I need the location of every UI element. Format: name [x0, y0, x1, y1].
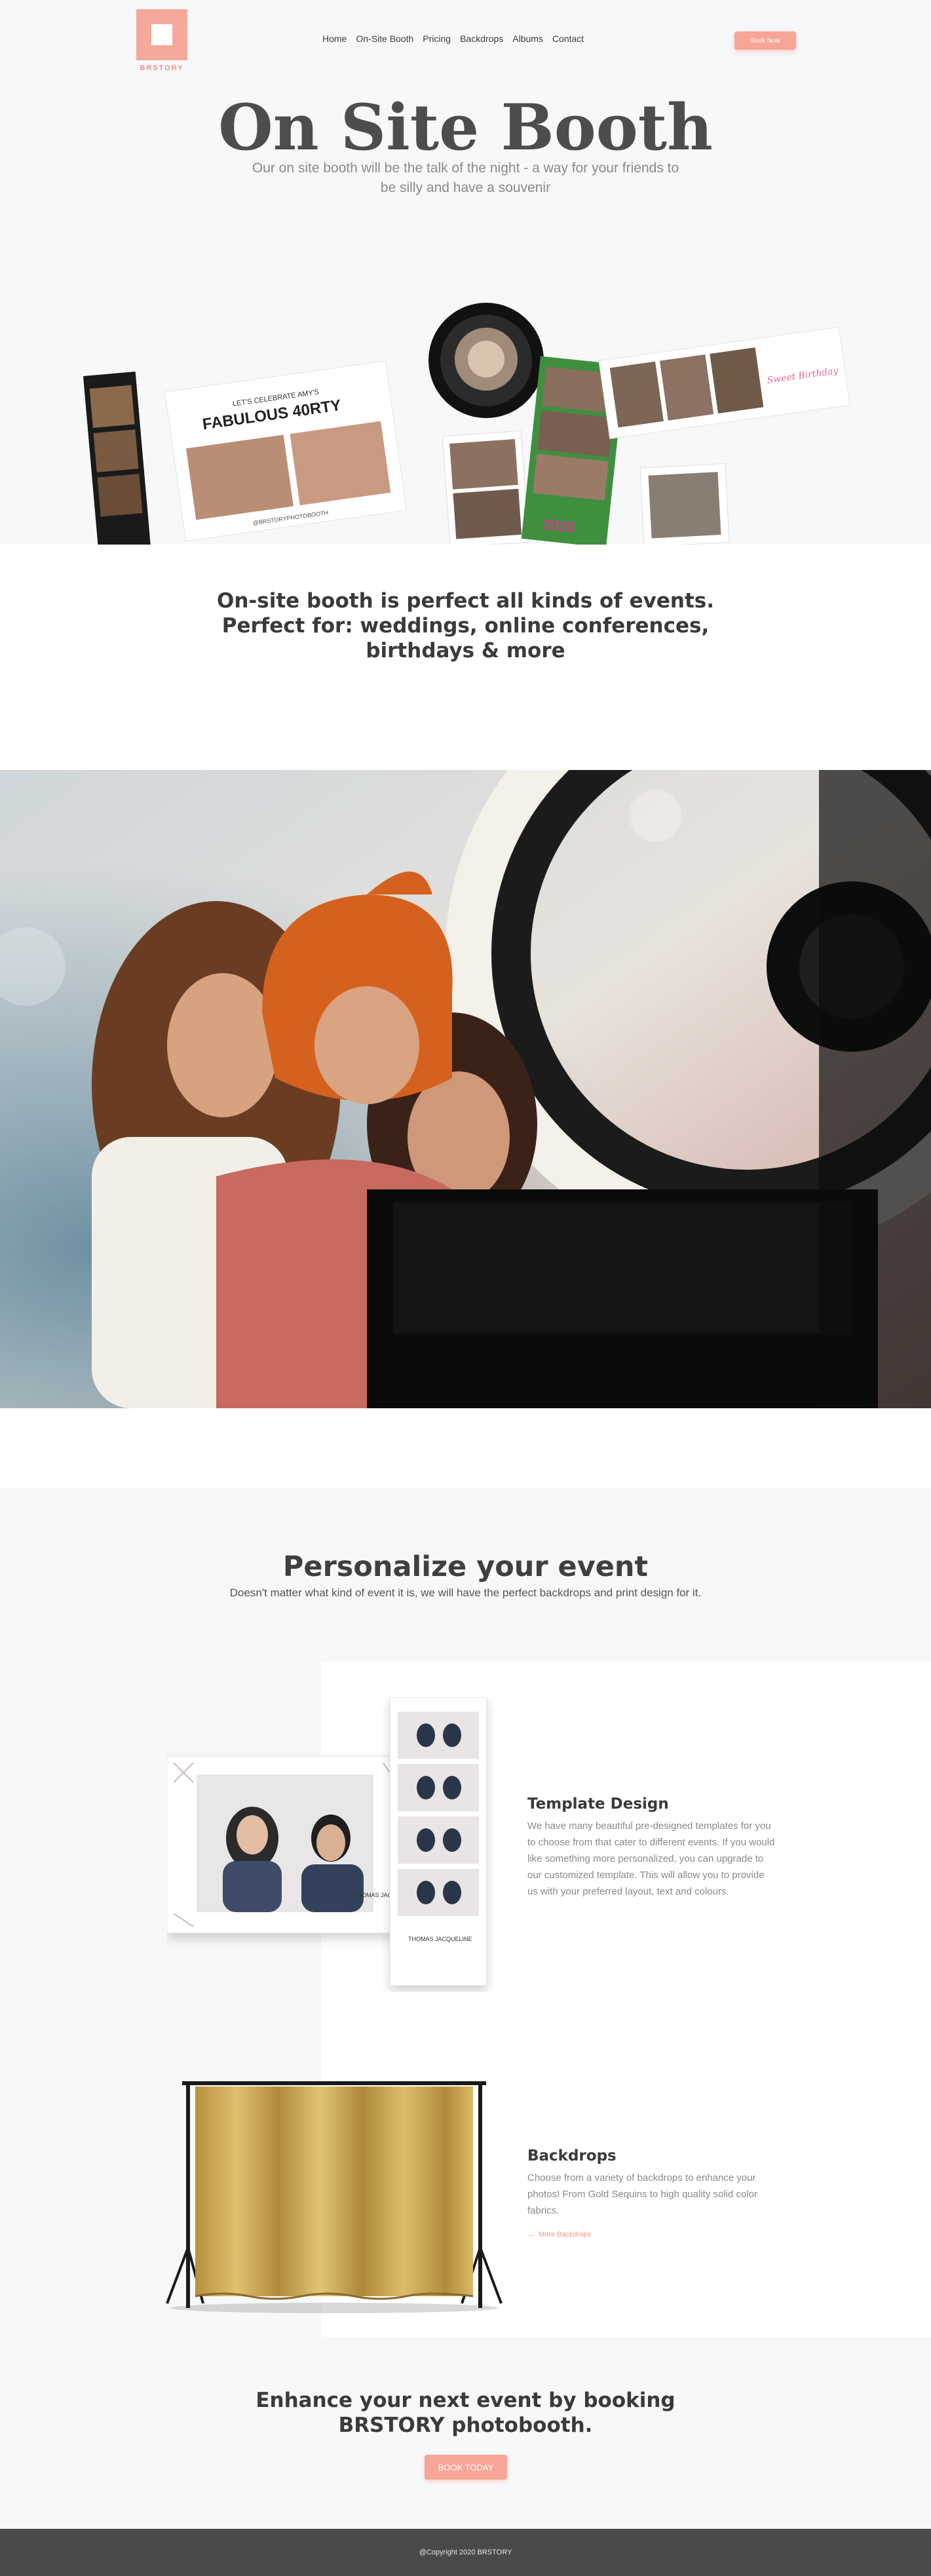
- template-design-text: We have many beautiful pre-designed temp…: [527, 1820, 775, 1897]
- backdrop-image: [166, 2081, 503, 2313]
- page-subtitle: Our on site booth will be the talk of th…: [252, 161, 679, 195]
- logo-mark: [136, 9, 187, 60]
- card-year: 2020: [542, 516, 575, 535]
- nav-home[interactable]: Home: [322, 33, 347, 44]
- cta-heading: Enhance your next event by booking BRSTO…: [256, 2389, 675, 2437]
- logo[interactable]: BRSTORY: [136, 9, 187, 72]
- logo-text: BRSTORY: [140, 64, 184, 72]
- template-design-image: THOMAS JACQUELINE THOMAS JACQUELINE: [167, 1697, 487, 1986]
- template-design-feature: Template Design We have many beautiful p…: [527, 1796, 776, 1900]
- arrow-right-icon: →: [527, 2231, 535, 2239]
- template-design-title: Template Design: [527, 1796, 669, 1813]
- footer: @Copyright 2020 BRSTORY: [0, 2529, 931, 2576]
- personalize-title: Personalize your event: [282, 1550, 649, 1583]
- backdrops-feature: Backdrops Choose from a variety of backd…: [527, 2147, 770, 2239]
- nav-on-site-booth[interactable]: On-Site Booth: [356, 33, 413, 44]
- booth-photo: [0, 770, 931, 1408]
- nav-backdrops[interactable]: Backdrops: [460, 33, 503, 44]
- more-backdrops-link[interactable]: → More Backdrops: [527, 2231, 770, 2239]
- template-names-strip: THOMAS JACQUELINE: [408, 1936, 472, 1942]
- spacer-band: [0, 1408, 931, 1488]
- main-nav: Home On-Site Booth Pricing Backdrops Alb…: [322, 33, 584, 44]
- photo-strips-collage: LET'S CELEBRATE AMY'S FABULOUS 40RTY @BR…: [83, 303, 850, 545]
- backdrops-title: Backdrops: [527, 2147, 617, 2164]
- copyright-text: @Copyright 2020 BRSTORY: [419, 2548, 512, 2556]
- more-backdrops-label: More Backdrops: [539, 2231, 592, 2239]
- nav-albums[interactable]: Albums: [512, 33, 543, 44]
- backdrops-text: Choose from a variety of backdrops to en…: [527, 2172, 758, 2216]
- book-today-button[interactable]: BOOK TODAY: [425, 2455, 507, 2480]
- page-title: On Site Booth: [218, 90, 713, 164]
- personalize-subtitle: Doesn't matter what kind of event it is,…: [229, 1586, 702, 1599]
- book-now-button[interactable]: Book Now: [734, 31, 796, 50]
- perfect-for-heading: On-site booth is perfect all kinds of ev…: [216, 589, 714, 663]
- nav-contact[interactable]: Contact: [552, 33, 584, 44]
- nav-pricing[interactable]: Pricing: [423, 33, 451, 44]
